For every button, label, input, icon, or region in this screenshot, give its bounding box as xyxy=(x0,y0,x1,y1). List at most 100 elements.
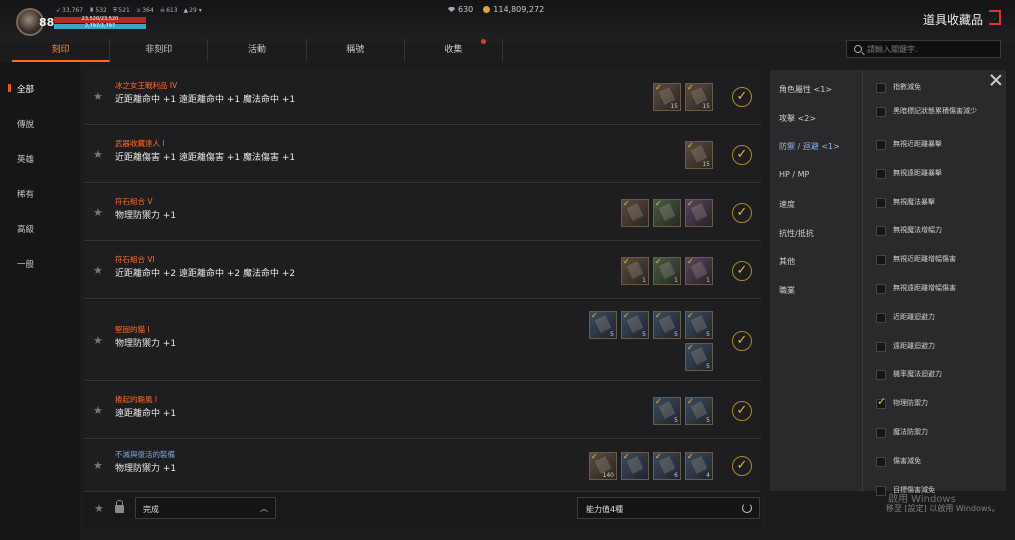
filter-option[interactable]: 遠距離迴避力 xyxy=(876,342,994,352)
filter-option[interactable]: 傷害減免 xyxy=(876,457,994,467)
filter-option[interactable]: 魔法防禦力 xyxy=(876,428,994,438)
favorite-star-icon[interactable]: ★ xyxy=(93,206,103,219)
collection-item-slot[interactable]: ✓ 4 xyxy=(685,452,713,480)
nav-item-normal[interactable]: 一般 xyxy=(17,258,34,270)
checkbox[interactable] xyxy=(876,428,886,438)
exit-icon[interactable] xyxy=(989,10,1001,25)
collection-items: ✓ 15 ✓ 15 xyxy=(653,82,713,111)
nav-item-hero[interactable]: 英雄 xyxy=(17,153,34,165)
filter-category[interactable]: 角色屬性 <1> xyxy=(779,84,832,95)
notification-dot xyxy=(481,39,486,44)
collection-item-slot[interactable]: ✓ 5 xyxy=(621,310,649,339)
refresh-icon[interactable] xyxy=(742,503,752,513)
tab-event[interactable]: 活動 xyxy=(208,39,307,62)
favorite-filter-icon[interactable]: ★ xyxy=(94,502,104,515)
complete-check-icon[interactable]: ✓ xyxy=(732,202,752,223)
complete-check-icon[interactable]: ✓ xyxy=(732,456,752,476)
collection-row[interactable]: ★ 符石組合 VI 近距離命中 +2 遠距離命中 +2 魔法命中 +2 ✓ 1 ✓ 1 ✓ 1 ✓ xyxy=(84,242,761,299)
collection-row[interactable]: ★ 捲起的颱風 I 遠距離命中 +1 ✓ 5 ✓ 5 ✓ xyxy=(84,382,761,439)
filter-option[interactable]: 無視近距離增幅傷害 xyxy=(876,255,994,265)
favorite-star-icon[interactable]: ★ xyxy=(93,90,103,103)
checkbox[interactable] xyxy=(876,198,886,208)
favorite-star-icon[interactable]: ★ xyxy=(93,404,103,417)
collection-row[interactable]: ★ 不滅與復活的裝備 物理防禦力 +1 ✓ 140 ✓ ✓ 6 ✓ 4 ✓ xyxy=(84,440,761,492)
collection-item-slot[interactable]: ✓ xyxy=(621,452,649,480)
collection-item-slot[interactable]: ✓ 1 xyxy=(621,256,649,285)
filter-option[interactable]: 無視遠距離暴擊 xyxy=(876,169,994,179)
filter-option[interactable]: 物理防禦力 xyxy=(876,397,994,409)
collection-item-slot[interactable]: ✓ xyxy=(621,198,649,227)
favorite-star-icon[interactable]: ★ xyxy=(93,148,103,161)
complete-check-icon[interactable]: ✓ xyxy=(732,144,752,165)
collection-item-slot[interactable]: ✓ 5 xyxy=(589,310,617,339)
nav-item-rare[interactable]: 稀有 xyxy=(17,188,34,200)
filter-category[interactable]: 攻擊 <2> xyxy=(779,113,816,124)
filter-option[interactable]: 無視遠距離增幅傷害 xyxy=(876,284,994,294)
favorite-star-icon[interactable]: ★ xyxy=(93,334,103,347)
checkbox[interactable] xyxy=(876,226,886,236)
checkbox[interactable] xyxy=(876,83,886,93)
status-select[interactable]: 完成 ︿ xyxy=(135,497,276,519)
filter-option[interactable]: 無視近距離暴擊 xyxy=(876,140,994,150)
checkbox[interactable] xyxy=(876,342,886,352)
lock-icon[interactable] xyxy=(115,500,124,513)
checkbox[interactable] xyxy=(876,140,886,150)
filter-option[interactable]: 黑暗標記狀態累積傷害減少 xyxy=(876,107,994,117)
checkbox[interactable] xyxy=(876,313,886,323)
collection-item-slot[interactable]: ✓ 5 xyxy=(685,342,713,371)
filter-option[interactable]: 機率魔法迴避力 xyxy=(876,370,994,380)
checkbox[interactable] xyxy=(876,370,886,380)
nav-item-all[interactable]: 全部 xyxy=(7,83,34,95)
filter-category[interactable]: HP / MP xyxy=(779,170,809,179)
collection-item-slot[interactable]: ✓ 5 xyxy=(685,310,713,339)
filter-option[interactable]: 指數減免 xyxy=(876,83,994,93)
nav-item-legend[interactable]: 傳說 xyxy=(17,118,34,130)
collection-row[interactable]: ★ 武器收藏達人 I 近距離傷害 +1 遠距離傷害 +1 魔法傷害 +1 ✓ 15 ✓ xyxy=(84,126,761,183)
complete-check-icon[interactable]: ✓ xyxy=(732,86,752,107)
filter-option[interactable]: 無視魔法增幅力 xyxy=(876,226,994,236)
collection-item-slot[interactable]: ✓ 15 xyxy=(685,140,713,169)
effect-summary-button[interactable]: 能力值4種 xyxy=(577,497,760,519)
filter-category[interactable]: 防禦 / 迴避 <1> xyxy=(779,141,840,152)
nav-item-advanced[interactable]: 高級 xyxy=(17,223,34,235)
filter-option[interactable]: 近距離迴避力 xyxy=(876,313,994,323)
collection-item-slot[interactable]: ✓ 5 xyxy=(653,396,681,425)
checkbox[interactable] xyxy=(876,107,886,117)
complete-check-icon[interactable]: ✓ xyxy=(732,260,752,281)
filter-category[interactable]: 速度 xyxy=(779,199,795,210)
checkbox[interactable] xyxy=(876,169,886,179)
filter-option[interactable]: 無視魔法暴擊 xyxy=(876,198,994,208)
collection-row[interactable]: ★ 冰之女王戰利品 IV 近距離命中 +1 遠距離命中 +1 魔法命中 +1 ✓ 15 ✓… xyxy=(84,68,761,125)
item-count: 5 xyxy=(706,416,710,424)
tab-title[interactable]: 稱號 xyxy=(307,39,405,62)
collection-row[interactable]: ★ 堅固的貓 I 物理防禦力 +1 ✓ 5 ✓ 5 ✓ 5 ✓ 5 ✓ 5 ✓ xyxy=(84,300,761,381)
tab-non-engraved[interactable]: 非刻印 xyxy=(110,39,209,62)
search-input[interactable]: 請輸入關鍵字. xyxy=(846,40,1001,58)
collection-item-slot[interactable]: ✓ 15 xyxy=(653,82,681,111)
favorite-star-icon[interactable]: ★ xyxy=(93,459,103,472)
tab-collect[interactable]: 收集 xyxy=(405,39,504,62)
checkbox[interactable] xyxy=(876,457,886,467)
collection-item-slot[interactable]: ✓ 6 xyxy=(653,452,681,480)
favorite-star-icon[interactable]: ★ xyxy=(93,264,103,277)
collection-item-slot[interactable]: ✓ 5 xyxy=(685,396,713,425)
checkbox[interactable] xyxy=(876,397,886,409)
collection-item-slot[interactable]: ✓ xyxy=(653,198,681,227)
checkbox[interactable] xyxy=(876,255,886,265)
tab-engraved[interactable]: 刻印 xyxy=(12,39,111,62)
collection-item-slot[interactable]: ✓ xyxy=(685,198,713,227)
collection-item-slot[interactable]: ✓ 5 xyxy=(653,310,681,339)
collection-row[interactable]: ★ 符石組合 V 物理防禦力 +1 ✓ ✓ ✓ ✓ xyxy=(84,184,761,241)
filter-category[interactable]: 抗性/抵抗 xyxy=(779,228,814,239)
complete-check-icon[interactable]: ✓ xyxy=(732,400,752,421)
complete-check-icon[interactable]: ✓ xyxy=(732,330,752,351)
checkbox[interactable] xyxy=(876,284,886,294)
collection-item-slot[interactable]: ✓ 1 xyxy=(685,256,713,285)
collection-item-slot[interactable]: ✓ 15 xyxy=(685,82,713,111)
checkbox[interactable] xyxy=(876,486,886,496)
collection-item-slot[interactable]: ✓ 1 xyxy=(653,256,681,285)
filter-category[interactable]: 其他 xyxy=(779,256,795,267)
registered-check-icon: ✓ xyxy=(687,342,694,352)
collection-item-slot[interactable]: ✓ 140 xyxy=(589,452,617,480)
filter-category[interactable]: 職業 xyxy=(779,285,795,296)
